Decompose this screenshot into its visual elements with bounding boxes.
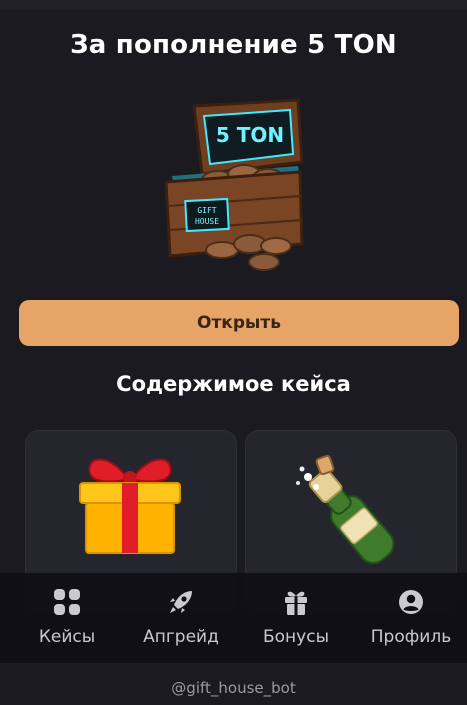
top-bar xyxy=(0,0,467,10)
rocket-icon xyxy=(170,591,192,613)
nav-item-bonuses[interactable]: Бонусы xyxy=(241,585,351,655)
nav-item-label: Апгрейд xyxy=(143,627,219,647)
nav-item-cases[interactable]: Кейсы xyxy=(12,585,122,655)
nav-item-profile[interactable]: Профиль xyxy=(356,585,466,655)
open-case-button[interactable]: Открыть xyxy=(19,300,459,346)
bot-handle: @gift_house_bot xyxy=(171,679,296,697)
nav-item-upgrade[interactable]: Апгрейд xyxy=(126,585,236,655)
gift-box-icon xyxy=(79,458,181,554)
chest-plate-line1: GIFT xyxy=(197,206,216,215)
chest-sign-text: 5 TON xyxy=(216,123,284,147)
gift-icon xyxy=(285,591,307,615)
nav-item-label: Бонусы xyxy=(262,627,329,647)
champagne-bottle-icon xyxy=(296,454,395,565)
nav-item-label: Профиль xyxy=(370,627,452,647)
treasure-chest-icon: 5 TON GIFT HOUSE xyxy=(164,98,304,271)
grid-icon xyxy=(54,589,80,615)
nav-item-label: Кейсы xyxy=(38,627,96,647)
chest-plate-line2: HOUSE xyxy=(195,217,219,226)
profile-icon xyxy=(399,590,423,614)
case-title: За пополнение 5 TON xyxy=(70,30,397,60)
bottom-nav: Кейсы Апгрейд Бонусы Профиль xyxy=(0,573,467,663)
case-contents-title: Содержимое кейса xyxy=(116,372,351,396)
chest-image: 5 TON GIFT HOUSE xyxy=(158,94,310,274)
